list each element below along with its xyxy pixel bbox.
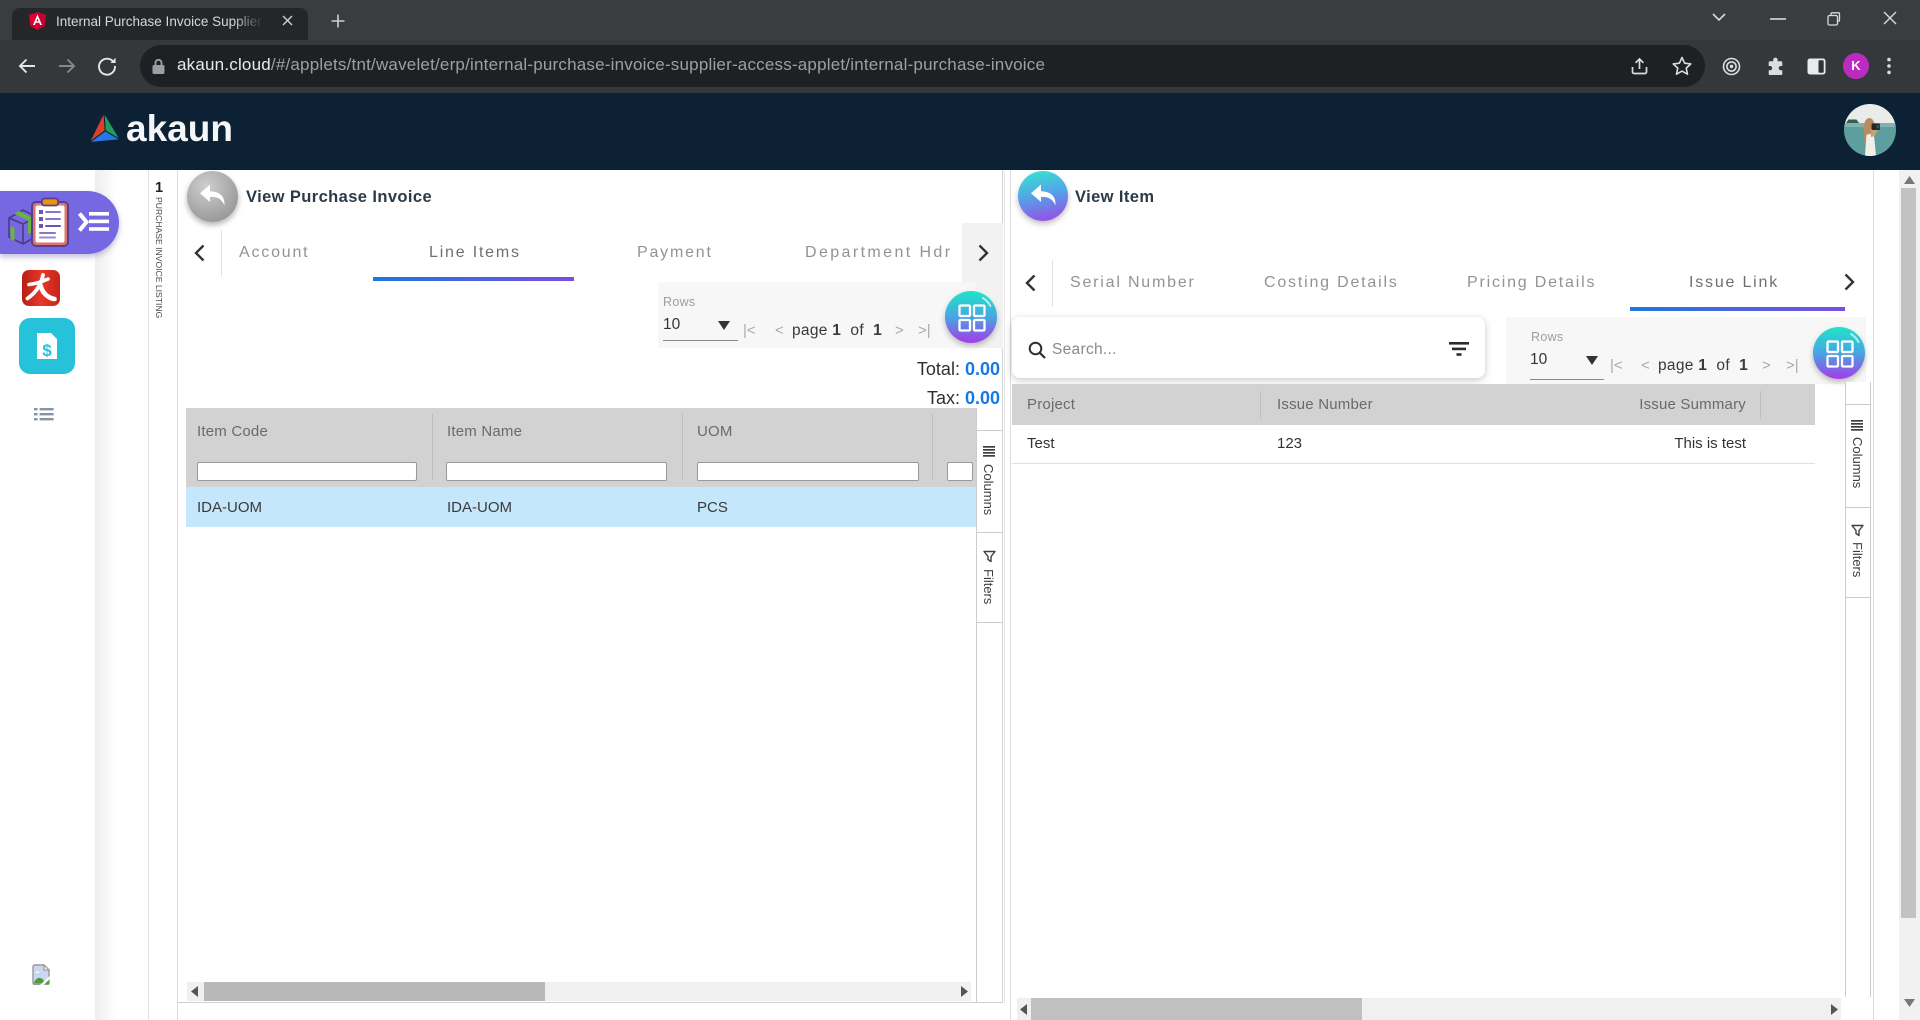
svg-text:$: $	[42, 341, 52, 360]
